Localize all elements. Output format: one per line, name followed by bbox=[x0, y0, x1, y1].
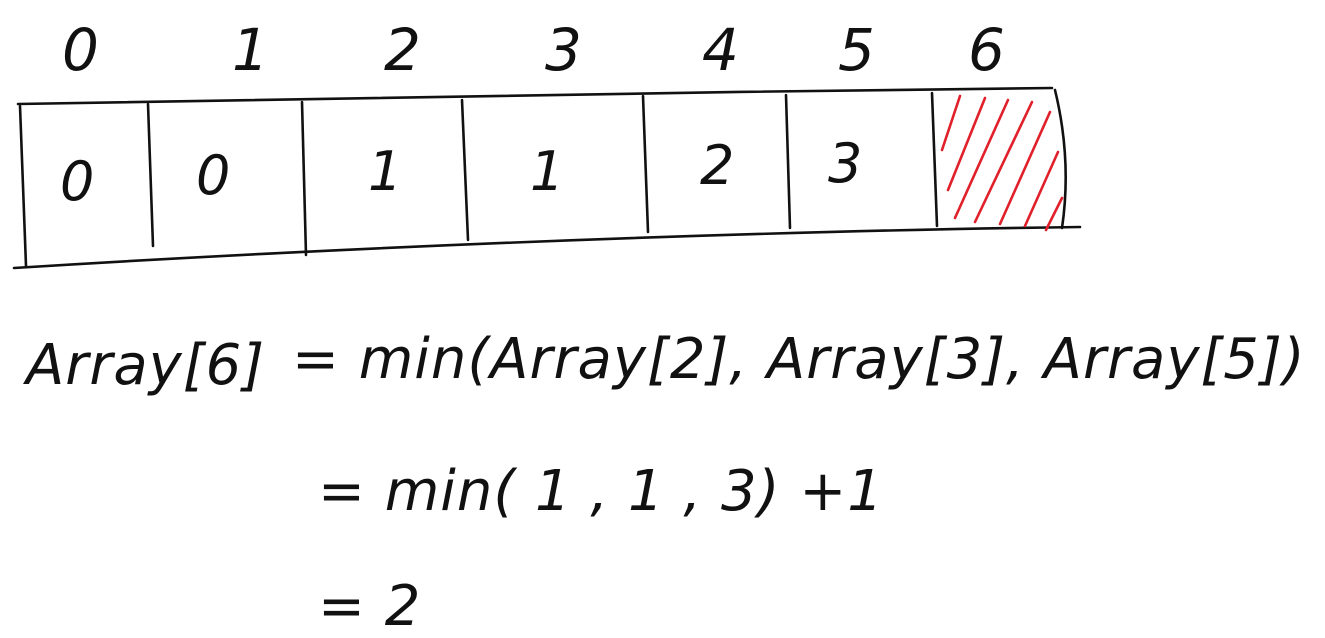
cell-divider-4 bbox=[641, 94, 650, 234]
index-labels: 0 1 2 3 4 5 6 bbox=[62, 16, 1005, 84]
cell-value-5: 3 bbox=[828, 132, 862, 195]
cell-divider-0 bbox=[18, 104, 28, 268]
cell-value-1: 0 bbox=[196, 144, 230, 207]
cell-value-3: 1 bbox=[530, 140, 564, 203]
hatch-line bbox=[953, 98, 1010, 220]
cell-value-0: 0 bbox=[60, 150, 94, 213]
cell-divider-2 bbox=[300, 100, 308, 257]
equation-line1-rhs: = min(Array[2], Array[3], Array[5]) +1 bbox=[292, 327, 1325, 392]
highlight-hatching bbox=[940, 94, 1064, 232]
cell-values: 0 0 1 1 2 3 bbox=[60, 132, 862, 213]
index-label-2: 2 bbox=[384, 16, 421, 84]
cell-divider-1 bbox=[146, 102, 155, 248]
index-label-6: 6 bbox=[968, 16, 1005, 84]
equation-line1-lhs: Array[6] bbox=[23, 333, 265, 398]
hatch-line bbox=[940, 94, 962, 152]
cell-value-4: 2 bbox=[700, 134, 734, 197]
array-diagram: 0 1 2 3 4 5 6 0 0 1 1 2 3 Array[6] = min… bbox=[12, 16, 1325, 638]
array-top-border bbox=[16, 86, 1054, 106]
equation-line2: = min( 1 , 1 , 3) +1 bbox=[318, 459, 884, 524]
hatch-line bbox=[1044, 196, 1064, 232]
cell-value-2: 1 bbox=[368, 140, 402, 203]
cell-divider-5 bbox=[784, 93, 792, 230]
equation-line3: = 2 bbox=[318, 574, 421, 638]
index-label-5: 5 bbox=[838, 16, 875, 84]
equations: Array[6] = min(Array[2], Array[3], Array… bbox=[23, 327, 1325, 638]
hatch-line bbox=[973, 100, 1034, 224]
array-bottom-border bbox=[12, 225, 1082, 270]
hatch-line bbox=[998, 110, 1052, 226]
index-label-0: 0 bbox=[62, 16, 99, 84]
cell-divider-6 bbox=[930, 91, 939, 228]
index-label-1: 1 bbox=[232, 16, 269, 84]
index-label-4: 4 bbox=[702, 16, 739, 84]
index-label-3: 3 bbox=[545, 16, 582, 84]
cell-divider-3 bbox=[460, 98, 470, 242]
